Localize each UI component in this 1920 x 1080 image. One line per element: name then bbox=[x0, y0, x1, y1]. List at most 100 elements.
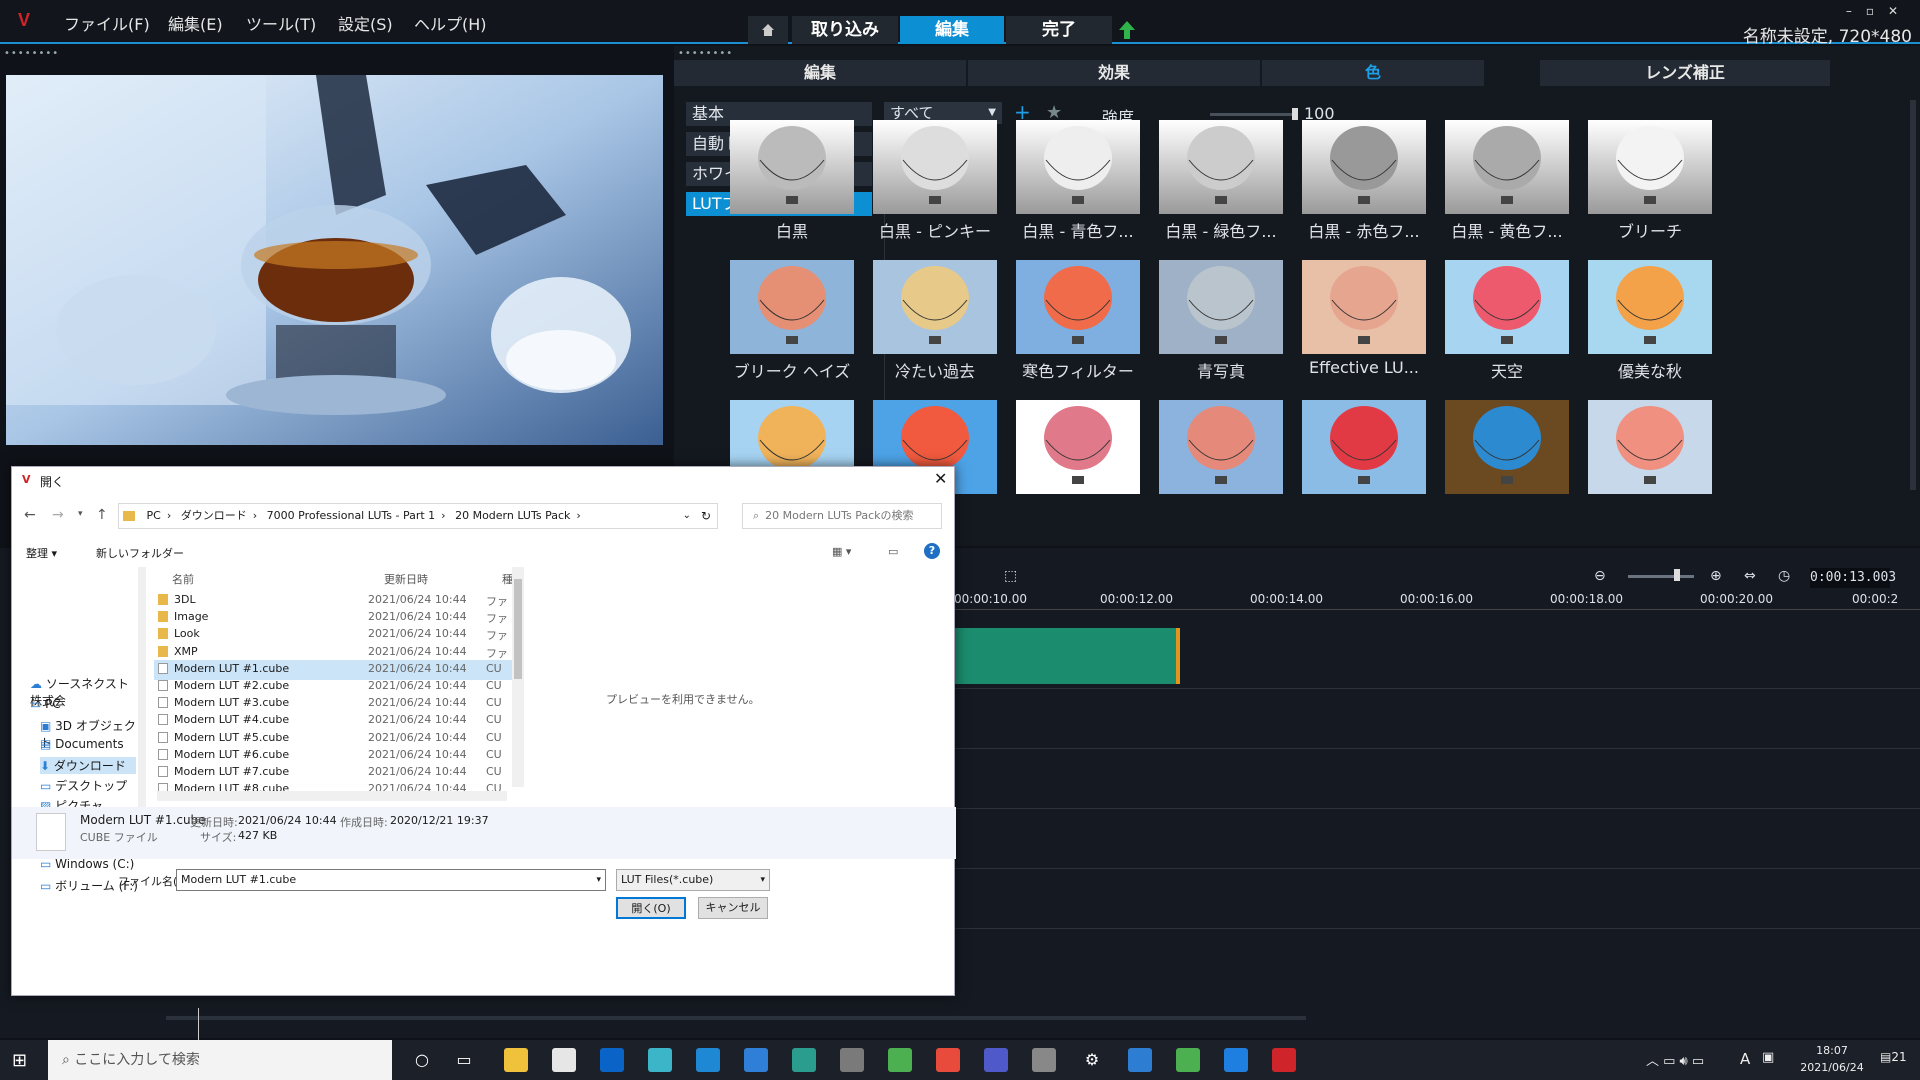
timecode-display[interactable]: 0:00:13.003 bbox=[1810, 568, 1896, 588]
lut-thumbnail[interactable] bbox=[1159, 400, 1283, 494]
menu-file[interactable]: ファイル(F) bbox=[64, 11, 150, 35]
scrollbar-thumb[interactable] bbox=[514, 579, 522, 679]
preview-pane-icon[interactable]: ▭ bbox=[888, 545, 898, 558]
clock-time[interactable]: 18:07 bbox=[1800, 1044, 1864, 1057]
lut-thumbnail[interactable] bbox=[1445, 260, 1569, 354]
nav-item[interactable]: ▭ Windows (C:) bbox=[40, 857, 134, 871]
lut-thumbnail[interactable] bbox=[1302, 260, 1426, 354]
lut-thumbnail[interactable] bbox=[1159, 260, 1283, 354]
chevron-down-icon[interactable]: ▾ bbox=[78, 509, 83, 519]
lut-thumbnail[interactable] bbox=[1016, 120, 1140, 214]
lut-thumbnail[interactable] bbox=[1302, 400, 1426, 494]
address-bar[interactable]: PC › ダウンロード › 7000 Professional LUTs - Par… bbox=[118, 503, 718, 529]
timeline-scrollbar[interactable] bbox=[166, 1016, 1306, 1020]
new-folder-button[interactable]: 新しいフォルダー bbox=[96, 545, 184, 561]
chevron-down-icon[interactable]: ⌄ bbox=[683, 504, 691, 528]
close-icon[interactable]: ✕ bbox=[934, 469, 947, 488]
timeline-ruler[interactable]: 00:00:10.00 00:00:12.00 00:00:14.00 00:0… bbox=[954, 592, 1920, 610]
lut-thumbnail[interactable] bbox=[1588, 400, 1712, 494]
tab-capture[interactable]: 取り込み bbox=[792, 16, 898, 44]
nav-scrollbar[interactable] bbox=[138, 567, 146, 807]
strength-slider-handle[interactable] bbox=[1292, 108, 1298, 120]
up-icon[interactable]: ↑ bbox=[96, 507, 108, 523]
forward-icon[interactable]: → bbox=[52, 507, 64, 523]
strength-slider[interactable] bbox=[1210, 113, 1296, 116]
edge-icon[interactable] bbox=[792, 1048, 816, 1072]
notification-center[interactable]: ▤21 bbox=[1880, 1050, 1907, 1064]
lut-thumbnail[interactable] bbox=[1445, 400, 1569, 494]
breadcrumb-downloads[interactable]: ダウンロード bbox=[181, 509, 247, 522]
tab-edit[interactable]: 編集 bbox=[900, 16, 1004, 44]
lut-thumbnail[interactable] bbox=[730, 260, 854, 354]
ime-mode-icon[interactable]: ▣ bbox=[1762, 1050, 1774, 1065]
ime-indicator[interactable]: A bbox=[1740, 1050, 1750, 1068]
lut-thumbnail[interactable] bbox=[1016, 400, 1140, 494]
menu-help[interactable]: ヘルプ(H) bbox=[414, 11, 487, 35]
breadcrumb-luts[interactable]: 7000 Professional LUTs - Part 1 bbox=[267, 509, 436, 522]
menu-tools[interactable]: ツール(T) bbox=[246, 11, 316, 35]
lut-thumbnail[interactable] bbox=[1588, 260, 1712, 354]
panel-grip-icon[interactable]: •••••••• bbox=[4, 48, 59, 59]
mail-icon[interactable] bbox=[744, 1048, 768, 1072]
nav-item[interactable]: ▤ Documents bbox=[40, 737, 124, 751]
chevron-down-icon[interactable]: ▾ bbox=[596, 870, 601, 890]
app-icon[interactable] bbox=[1224, 1048, 1248, 1072]
fit-icon[interactable]: ⇔ bbox=[1744, 568, 1756, 584]
menu-edit[interactable]: 編集(E) bbox=[168, 11, 223, 35]
lut-thumbnail[interactable] bbox=[1302, 120, 1426, 214]
nav-item[interactable]: ▭ PC bbox=[30, 697, 61, 711]
zoom-out-icon[interactable]: ⊖ bbox=[1594, 568, 1606, 584]
chrome-icon[interactable] bbox=[936, 1048, 960, 1072]
menu-settings[interactable]: 設定(S) bbox=[338, 11, 393, 35]
filename-input[interactable]: Modern LUT #1.cube ▾ bbox=[176, 869, 606, 891]
app-icon[interactable] bbox=[1032, 1048, 1056, 1072]
tab-share[interactable]: 完了 bbox=[1006, 16, 1112, 44]
view-options-icon[interactable]: ▦ ▾ bbox=[832, 545, 851, 558]
videostudio-icon[interactable] bbox=[1272, 1048, 1296, 1072]
filetype-select[interactable]: LUT Files(*.cube) ▾ bbox=[616, 869, 770, 891]
help-icon[interactable]: ? bbox=[924, 543, 940, 559]
cancel-button[interactable]: キャンセル bbox=[698, 897, 768, 919]
horizontal-scrollbar[interactable] bbox=[157, 791, 507, 801]
app-icon[interactable] bbox=[1176, 1048, 1200, 1072]
nav-item[interactable]: ▭ デスクトップ bbox=[40, 777, 127, 794]
lut-thumbnail[interactable] bbox=[1016, 260, 1140, 354]
app-icon[interactable] bbox=[888, 1048, 912, 1072]
lut-thumbnail[interactable] bbox=[1159, 120, 1283, 214]
tab-lens-correction[interactable]: レンズ補正 bbox=[1540, 60, 1830, 86]
playhead[interactable] bbox=[198, 1008, 199, 1040]
lut-thumbnail[interactable] bbox=[1588, 120, 1712, 214]
taskbar-search[interactable]: ⌕ ここに入力して検索 bbox=[48, 1040, 392, 1080]
system-tray-icons[interactable]: ︿ ▭ 🔊︎ ▭ bbox=[1646, 1050, 1704, 1069]
window-controls[interactable]: –▫✕ bbox=[1846, 4, 1912, 18]
task-view-icon[interactable]: ▭ bbox=[452, 1048, 476, 1072]
scrollbar[interactable] bbox=[1910, 100, 1916, 490]
windows-start-icon[interactable]: ⊞ bbox=[12, 1050, 27, 1071]
app-icon[interactable] bbox=[1128, 1048, 1152, 1072]
video-clip[interactable] bbox=[954, 628, 1180, 684]
column-date[interactable]: 更新日時 bbox=[384, 571, 428, 587]
lut-thumbnail[interactable] bbox=[1445, 120, 1569, 214]
open-button[interactable]: 開く(O) bbox=[616, 897, 686, 919]
breadcrumb-pack[interactable]: 20 Modern LUTs Pack bbox=[455, 509, 570, 522]
organize-button[interactable]: 整理 ▾ bbox=[26, 545, 57, 561]
lut-thumbnail[interactable] bbox=[730, 120, 854, 214]
app-icon[interactable] bbox=[648, 1048, 672, 1072]
home-button[interactable] bbox=[748, 16, 788, 44]
clock-date[interactable]: 2021/06/24 bbox=[1800, 1061, 1864, 1074]
back-icon[interactable]: ← bbox=[24, 507, 36, 523]
column-name[interactable]: 名前 bbox=[172, 571, 194, 587]
photos-icon[interactable] bbox=[696, 1048, 720, 1072]
lut-thumbnail[interactable] bbox=[873, 120, 997, 214]
record-icon[interactable]: ⬚ bbox=[1004, 568, 1017, 584]
tab-color[interactable]: 色 bbox=[1262, 60, 1484, 86]
zoom-slider[interactable] bbox=[1628, 575, 1694, 578]
zoom-in-icon[interactable]: ⊕ bbox=[1710, 568, 1722, 584]
zoom-slider-handle[interactable] bbox=[1674, 569, 1680, 581]
app-icon[interactable] bbox=[840, 1048, 864, 1072]
tab-edit-options[interactable]: 編集 bbox=[674, 60, 966, 86]
refresh-icon[interactable]: ↻ bbox=[701, 504, 711, 528]
store-icon[interactable] bbox=[552, 1048, 576, 1072]
search-input[interactable]: ⌕ 20 Modern LUTs Packの検索 bbox=[742, 503, 942, 529]
breadcrumb-pc[interactable]: PC bbox=[147, 509, 161, 522]
